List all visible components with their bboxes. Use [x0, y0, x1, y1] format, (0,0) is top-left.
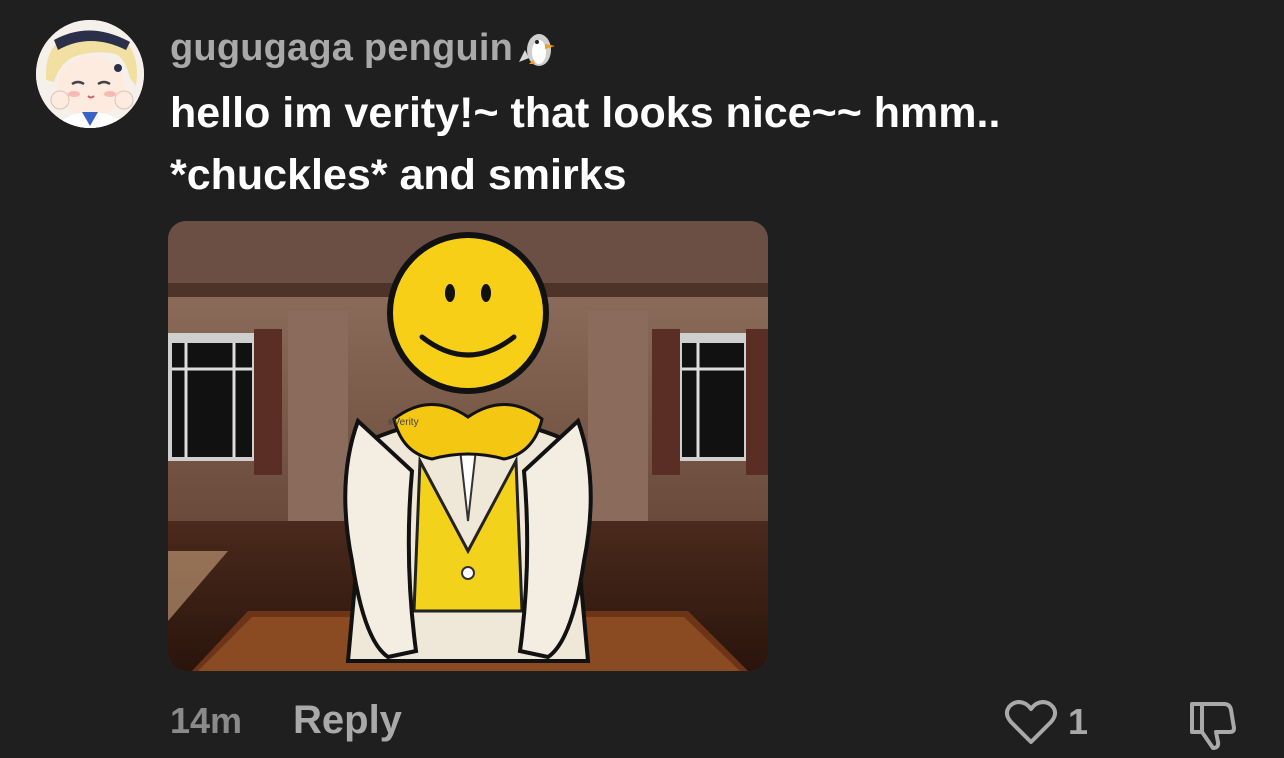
comment-text-line-1: hello im verity!~ that looks nice~~ hmm.… [170, 89, 1001, 137]
comment-text-line-2: *chuckles* and smirks [170, 151, 627, 199]
comment-body: hello im verity!~ that looks nice~~ hmm.… [170, 82, 1230, 206]
thumbs-down-icon [1190, 702, 1236, 750]
timestamp: 14m [170, 700, 243, 741]
penguin-icon [515, 28, 563, 68]
username-row: gugugaga penguin [170, 26, 563, 70]
like-button[interactable]: 1 [1004, 698, 1088, 746]
heart-icon [1004, 700, 1058, 744]
avatar-image [36, 20, 144, 128]
smiley-face-character-image: #Verity [168, 221, 768, 671]
image-watermark: #Verity [388, 417, 419, 428]
attached-image[interactable]: #Verity [168, 221, 768, 671]
avatar[interactable] [36, 20, 144, 128]
username[interactable]: gugugaga penguin [170, 27, 513, 70]
comment-footer: 14m Reply 1 [0, 690, 1284, 754]
like-count: 1 [1068, 701, 1089, 742]
dislike-button[interactable] [1184, 696, 1240, 752]
comment-item: gugugaga penguin hello im verity!~ that … [0, 0, 1284, 758]
reply-button[interactable]: Reply [293, 698, 402, 743]
